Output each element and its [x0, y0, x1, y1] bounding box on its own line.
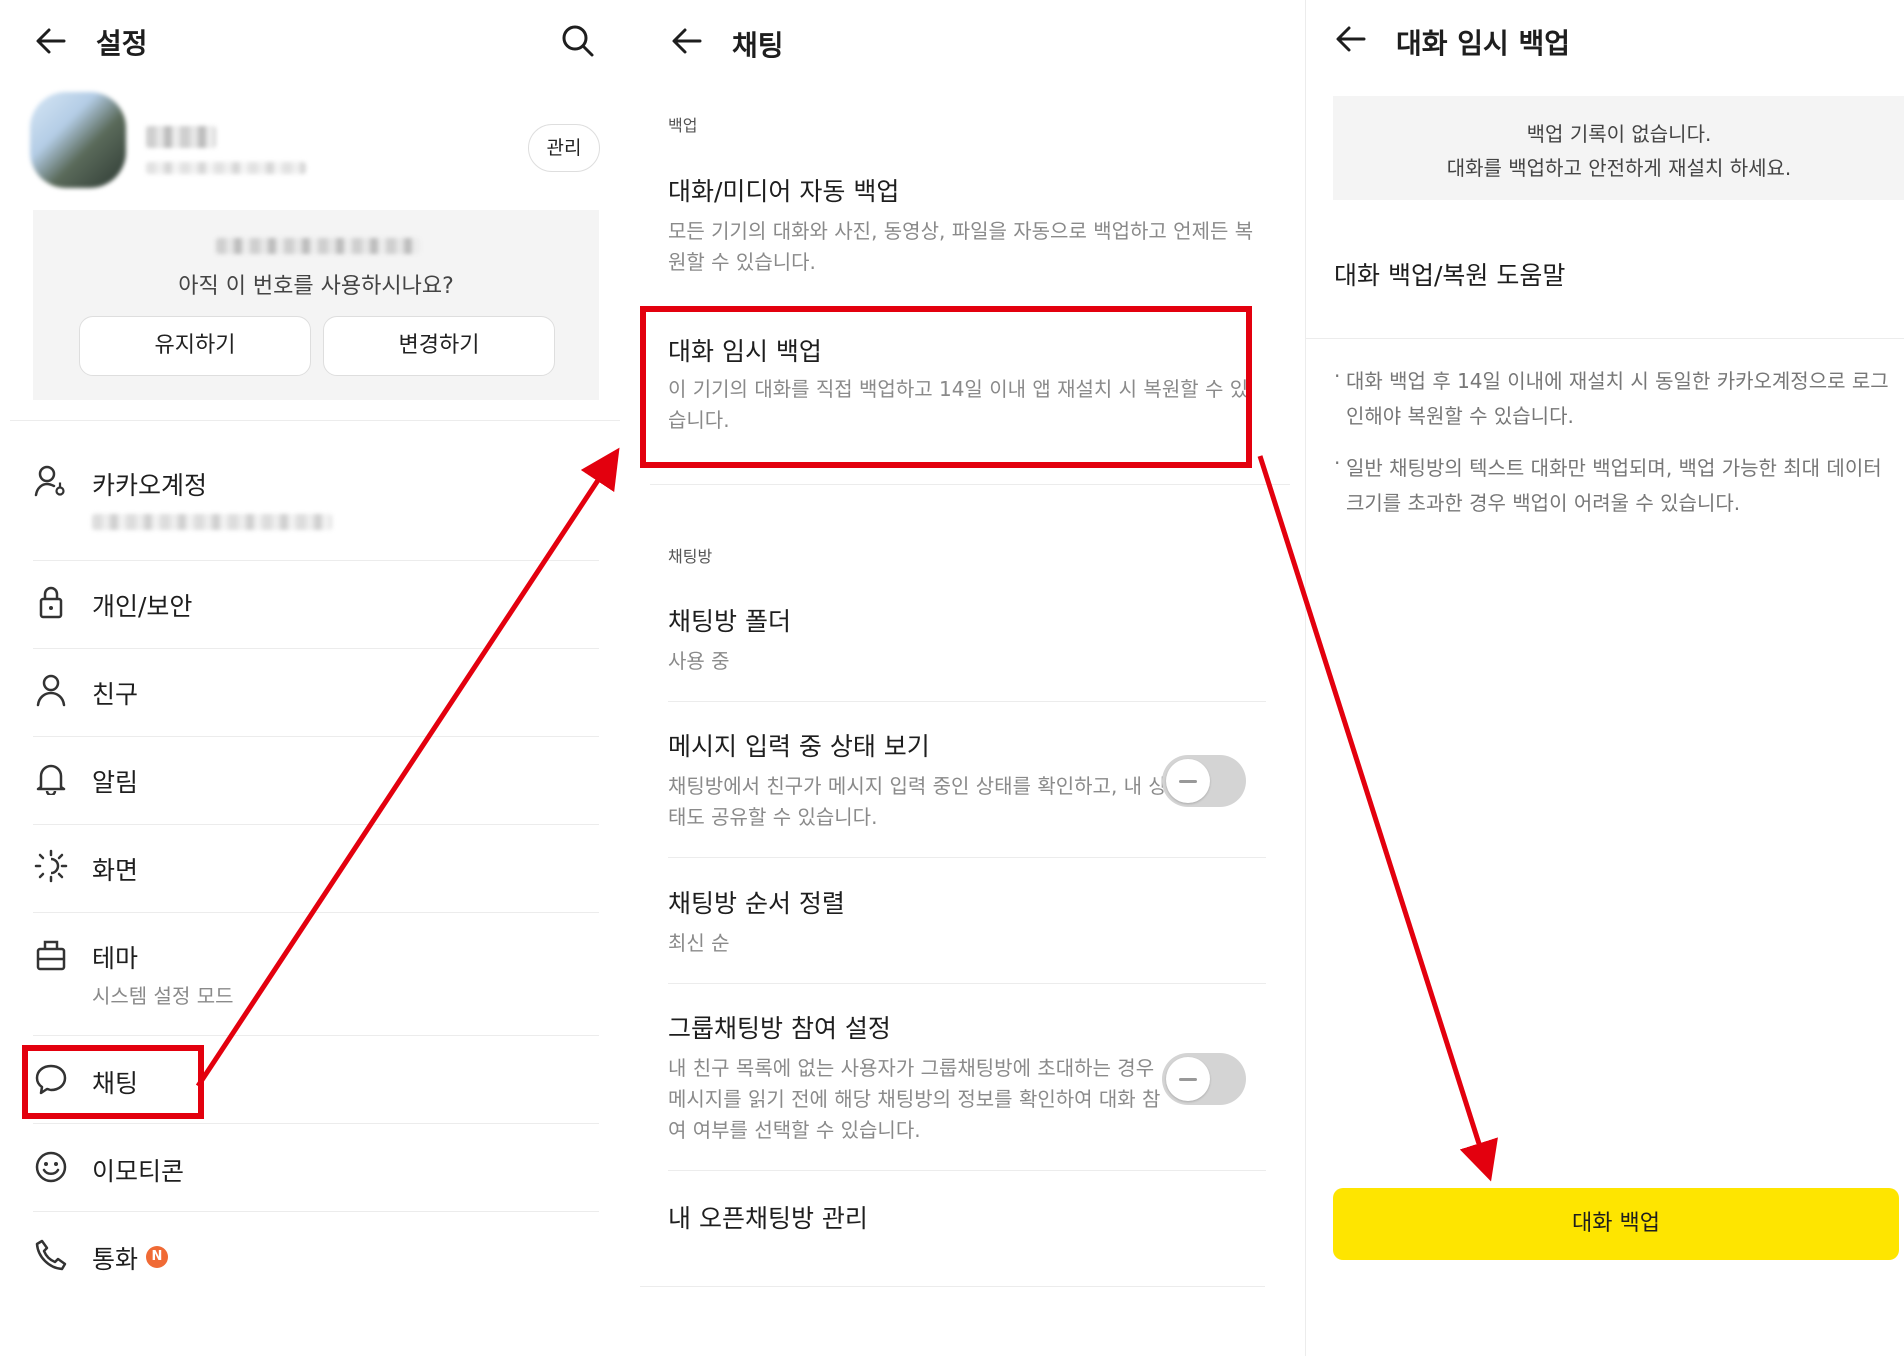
annotation-arrows [195, 447, 1498, 1182]
arrow-to-chat-settings [195, 447, 620, 1088]
arrow-to-backup-button [1257, 455, 1498, 1182]
